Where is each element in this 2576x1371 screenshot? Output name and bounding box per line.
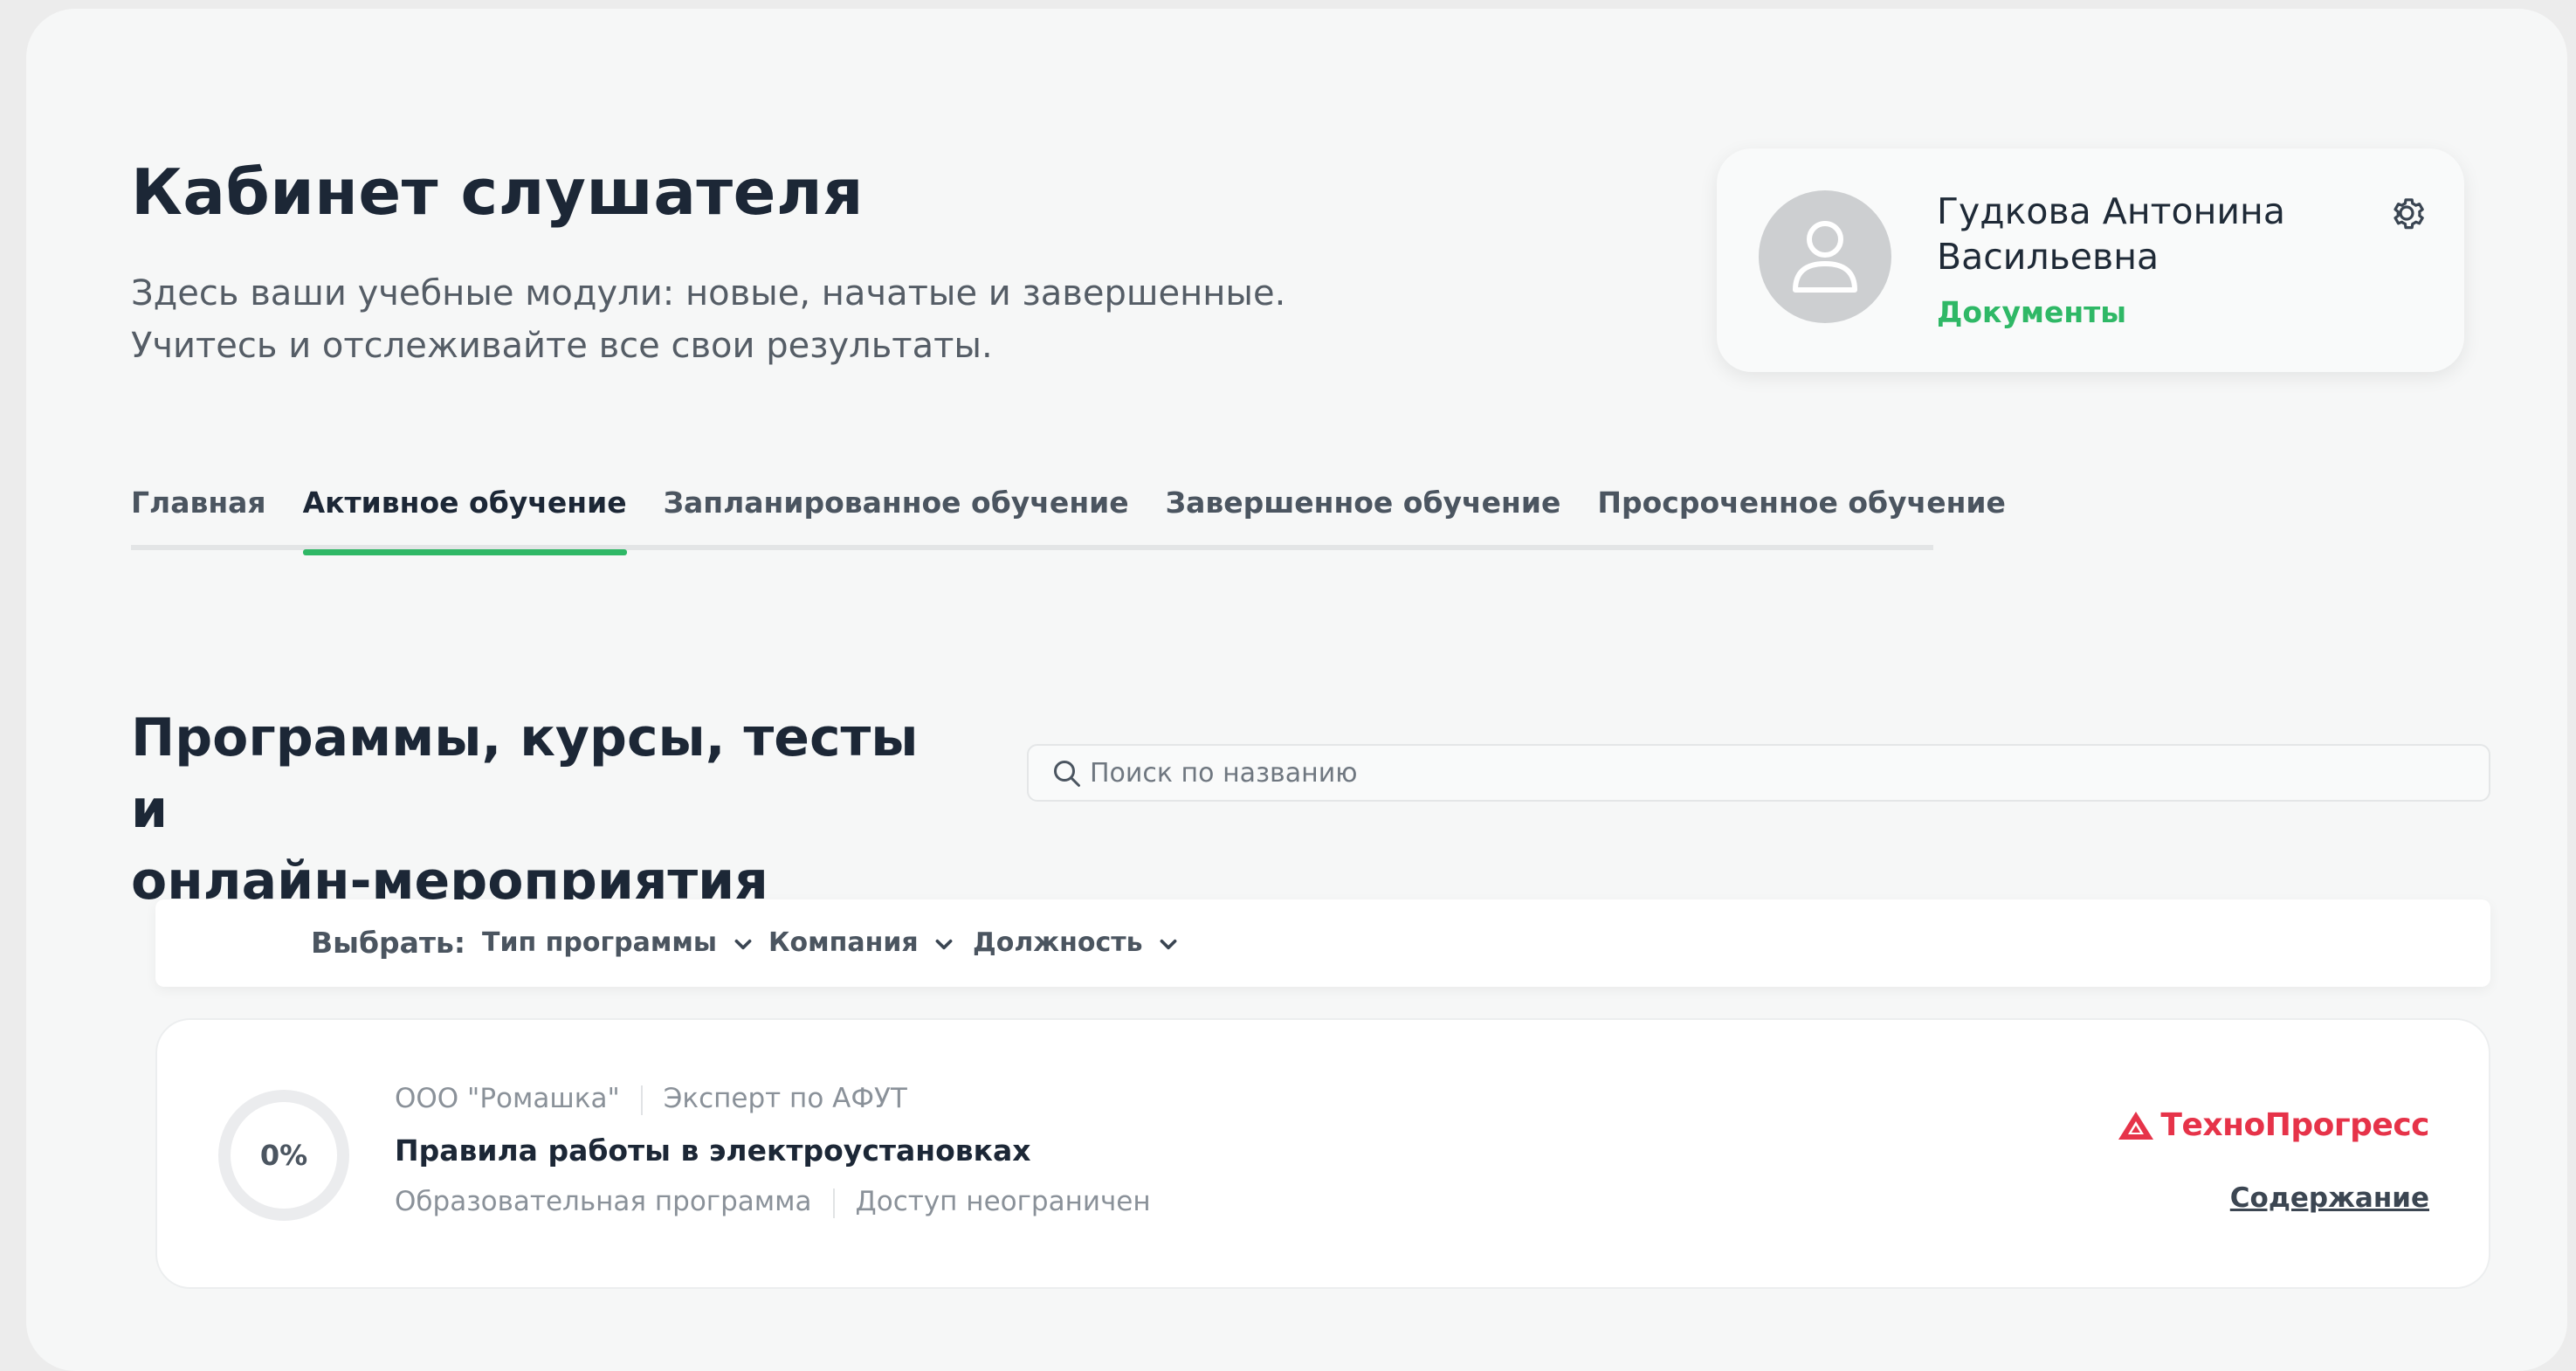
- course-company: ООО "Ромашка": [395, 1083, 620, 1114]
- chevron-down-icon: [1160, 939, 1177, 949]
- page-subtitle-line-1: Здесь ваши учебные модули: новые, начаты…: [131, 273, 1286, 313]
- page-container: Кабинет слушателя Здесь ваши учебные мод…: [26, 9, 2567, 1371]
- search-box: [1027, 744, 2490, 802]
- settings-button[interactable]: [2386, 192, 2428, 234]
- course-title[interactable]: Правила работы в электроустановках: [395, 1133, 1031, 1168]
- search-input[interactable]: [1090, 746, 2471, 800]
- filter-company-label: Компания: [768, 927, 919, 958]
- section-title-line-1: Программы, курсы, тесты и: [131, 707, 919, 840]
- course-position: Эксперт по АФУТ: [663, 1083, 907, 1114]
- course-access: Доступ неограничен: [855, 1186, 1151, 1217]
- tab-home[interactable]: Главная: [131, 477, 266, 550]
- logo-mark-icon: [2118, 1111, 2154, 1140]
- meta-divider: [640, 1085, 643, 1115]
- course-type: Образовательная программа: [395, 1186, 812, 1217]
- tab-completed-learning[interactable]: Завершенное обучение: [1166, 477, 1561, 550]
- tab-planned-learning[interactable]: Запланированное обучение: [664, 477, 1129, 550]
- documents-link[interactable]: Документы: [1937, 295, 2126, 329]
- search-icon: [1054, 761, 1080, 787]
- tab-overdue-learning[interactable]: Просроченное обучение: [1597, 477, 2006, 550]
- profile-card: Гудкова Антонина Васильевна Документы: [1717, 148, 2464, 372]
- meta-divider: [832, 1188, 835, 1218]
- chevron-down-icon: [734, 939, 751, 949]
- course-meta-bottom: Образовательная программа Доступ неограни…: [395, 1186, 1151, 1218]
- chevron-down-icon: [935, 939, 953, 949]
- profile-name-line-1: Гудкова Антонина: [1937, 190, 2285, 232]
- section-title: Программы, курсы, тесты и онлайн-меропри…: [131, 702, 969, 917]
- profile-name-line-2: Васильевна: [1937, 236, 2159, 278]
- profile-name: Гудкова Антонина Васильевна: [1937, 189, 2356, 279]
- provider-logo: ТехноПрогресс: [2117, 1107, 2429, 1143]
- course-contents-link[interactable]: Содержание: [2230, 1182, 2429, 1214]
- filter-position-label: Должность: [973, 927, 1143, 958]
- progress-value: 0%: [259, 1139, 308, 1172]
- filter-position[interactable]: Должность: [973, 927, 1180, 958]
- provider-name: ТехноПрогресс: [2160, 1107, 2429, 1143]
- course-meta-top: ООО "Ромашка" Эксперт по АФУТ: [395, 1083, 907, 1115]
- avatar[interactable]: [1759, 190, 1891, 323]
- page-title: Кабинет слушателя: [131, 155, 864, 229]
- user-icon: [1793, 221, 1857, 293]
- filter-label: Выбрать:: [311, 926, 466, 960]
- filter-company[interactable]: Компания: [768, 927, 955, 958]
- course-card[interactable]: 0% ООО "Ромашка" Эксперт по АФУТ Правила …: [155, 1018, 2490, 1289]
- page-subtitle-line-2: Учитесь и отслеживайте все свои результа…: [131, 326, 993, 366]
- page-subtitle: Здесь ваши учебные модули: новые, начаты…: [131, 267, 1441, 372]
- tab-active-learning[interactable]: Активное обучение: [302, 477, 627, 555]
- filter-program-type[interactable]: Тип программы: [482, 927, 754, 958]
- tab-bar: Главная Активное обучение Запланированно…: [131, 477, 2006, 555]
- gear-icon: [2393, 198, 2424, 230]
- filter-bar: Выбрать: Тип программы Компания Должност…: [155, 899, 2490, 987]
- filter-program-type-label: Тип программы: [482, 927, 718, 958]
